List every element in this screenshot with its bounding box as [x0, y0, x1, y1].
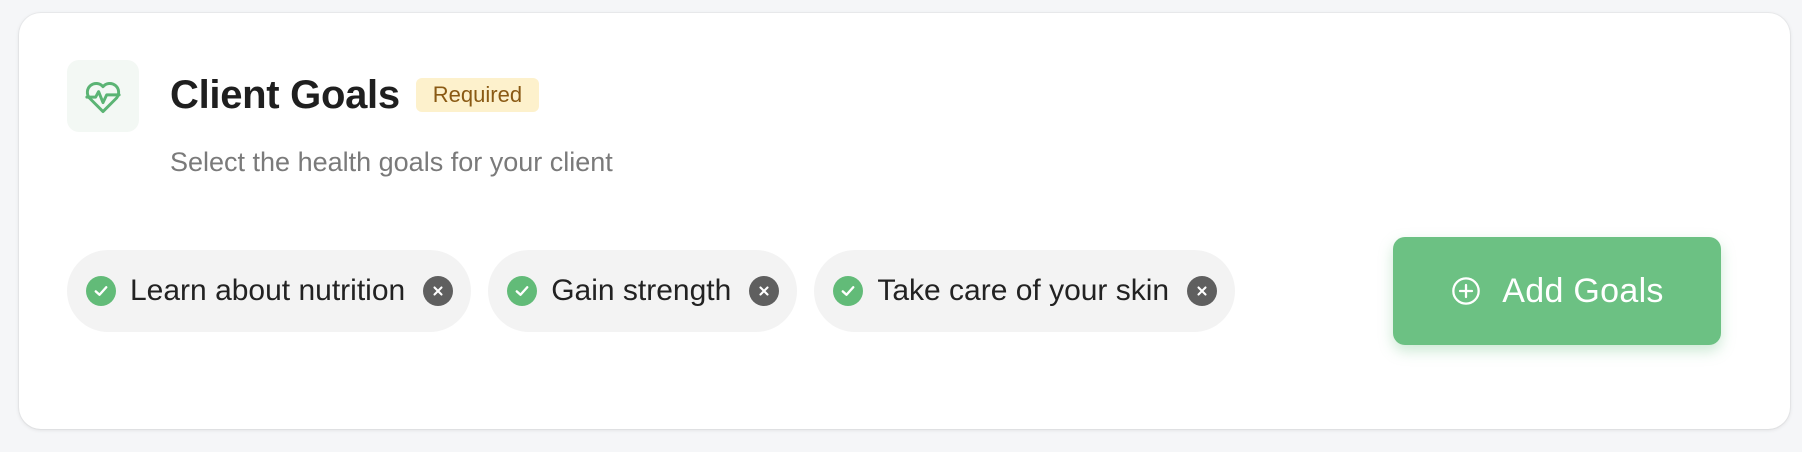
add-goals-label: Add Goals [1502, 271, 1664, 310]
goal-chip-label: Take care of your skin [877, 274, 1170, 307]
page-title: Client Goals [170, 72, 400, 117]
close-icon [433, 286, 443, 296]
check-icon [507, 276, 538, 306]
heart-pulse-icon [67, 60, 139, 132]
plus-circle-icon [1450, 275, 1482, 307]
close-icon [759, 286, 769, 296]
subtitle: Select the health goals for your client [170, 147, 613, 177]
goal-chip-label: Gain strength [551, 274, 732, 307]
client-goals-card: Client Goals Required Select the health … [19, 13, 1790, 429]
remove-goal-button[interactable] [423, 276, 454, 306]
remove-goal-button[interactable] [749, 276, 780, 306]
title-row: Client Goals Required [170, 69, 540, 121]
goal-chip: Learn about nutrition [67, 250, 472, 332]
goal-chip: Gain strength [488, 250, 798, 332]
add-goals-button[interactable]: Add Goals [1393, 237, 1721, 345]
check-icon [833, 276, 864, 306]
goal-chip-label: Learn about nutrition [130, 274, 406, 307]
remove-goal-button[interactable] [1187, 276, 1218, 306]
goal-chip: Take care of your skin [814, 250, 1236, 332]
check-icon [86, 276, 116, 306]
close-icon [1197, 286, 1207, 296]
goal-chips: Learn about nutrition Gain strength Take… [67, 250, 1236, 332]
required-badge: Required [415, 78, 540, 112]
